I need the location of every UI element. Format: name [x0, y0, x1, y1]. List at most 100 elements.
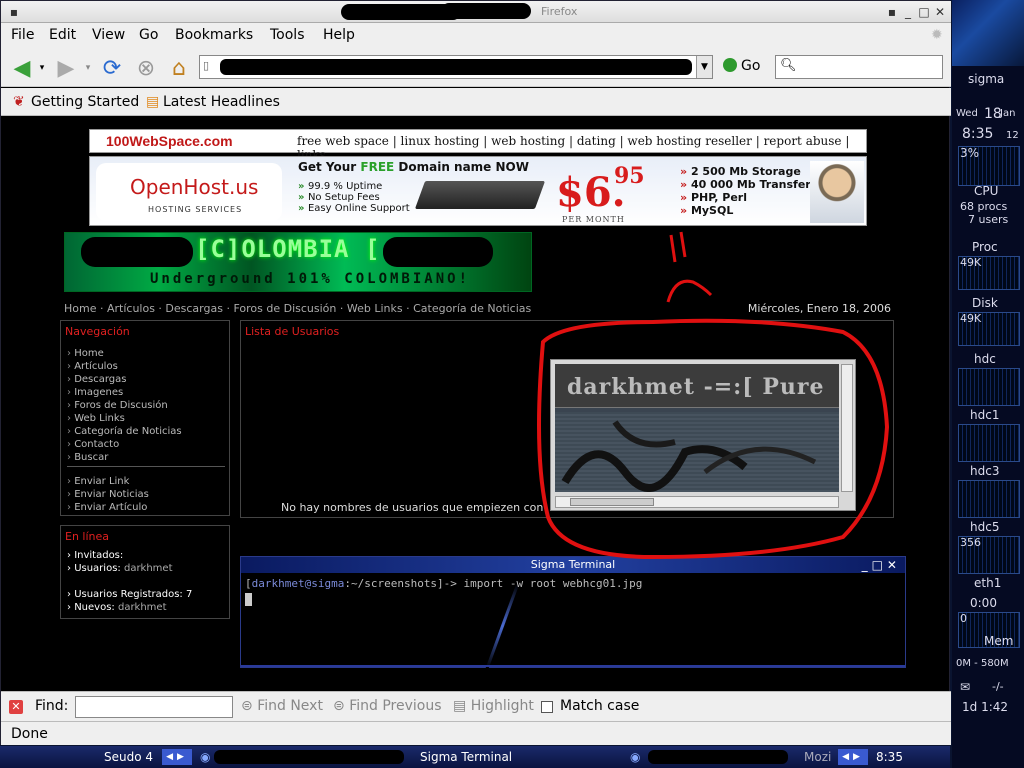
embedded-vertical-scrollbar[interactable] — [841, 364, 853, 492]
back-arrow-icon[interactable]: ◀ — [9, 55, 35, 81]
menu-edit[interactable]: Edit — [49, 27, 76, 43]
menu-tools[interactable]: Tools — [270, 27, 305, 43]
page-icon: ▯ — [203, 59, 210, 72]
banner-features: 2 500 Mb Storage 40 000 Mb Transfer PHP,… — [680, 165, 811, 217]
bookmark-latest-headlines[interactable]: Latest Headlines — [163, 94, 280, 110]
nav-item-descargas[interactable]: Descargas — [67, 373, 182, 386]
title-bar[interactable]: ▪ Firefox ▪ _ □ ✕ — [1, 1, 951, 23]
close-button[interactable]: ✕ — [933, 5, 947, 19]
terminal-window-buttons[interactable]: _□✕ — [862, 557, 901, 573]
highlight-button[interactable]: ▤ Highlight — [453, 698, 534, 714]
find-input[interactable] — [75, 696, 233, 718]
scroll-icon[interactable]: ▪ — [885, 5, 899, 19]
nav-item-categoria[interactable]: Categoría de Noticias — [67, 425, 181, 438]
go-icon — [723, 58, 737, 72]
embedded-screenshot[interactable]: darkhmet -=:[ Pure — [550, 359, 856, 511]
price-cents: 95 — [614, 163, 645, 189]
ad-brand[interactable]: 100WebSpace.com — [106, 133, 233, 149]
window-title: Firefox — [541, 5, 578, 18]
banner-logo-sub: HOSTING SERVICES — [148, 205, 243, 214]
online-panel: En línea › Invitados: › Usuarios: darkhm… — [60, 525, 230, 619]
terminal-title-bar[interactable]: Sigma Terminal _□✕ — [241, 557, 905, 573]
site-logo-subtitle: Underground 101% COLOMBIANO! — [150, 271, 471, 287]
bookmark-getting-started[interactable]: Getting Started — [31, 94, 139, 110]
nav-item-contacto[interactable]: Contacto — [67, 438, 182, 451]
reload-icon[interactable]: ⟳ — [99, 55, 125, 81]
forward-arrow-icon[interactable]: ▶ — [53, 55, 79, 81]
window-menu-icon[interactable]: ▪ — [7, 5, 21, 19]
url-history-dropdown[interactable]: ▼ — [696, 56, 712, 78]
nav-item-enviar-noticias[interactable]: Enviar Noticias — [67, 488, 149, 501]
mail-icon[interactable]: ✉ — [960, 680, 970, 694]
nav-item-enviar-link[interactable]: Enviar Link — [67, 475, 149, 488]
menu-view[interactable]: View — [92, 27, 125, 43]
navigation-panel: Navegación Home Artículos Descargas Imag… — [60, 320, 230, 516]
eth-time: 0:00 — [970, 596, 997, 610]
task-icon: ◉ — [630, 750, 641, 764]
go-button[interactable]: Go — [723, 58, 760, 74]
menu-help[interactable]: Help — [323, 27, 355, 43]
nav-item-buscar[interactable]: Buscar — [67, 451, 182, 464]
embedded-horizontal-scrollbar[interactable] — [555, 496, 839, 508]
banner-feature: 40 000 Mb Transfer — [680, 178, 811, 191]
menu-bookmarks[interactable]: Bookmarks — [175, 27, 253, 43]
url-field[interactable]: ▯ ▼ — [199, 55, 713, 79]
hdc5-label: hdc5 — [970, 520, 1000, 534]
panel-title: En línea — [65, 530, 110, 543]
site-logo[interactable]: [C]OLOMBIA [ Underground 101% COLOMBIANO… — [64, 232, 532, 292]
desktop-label[interactable]: Seudo 4 — [104, 750, 153, 764]
site-nav-links[interactable]: Home · Artículos · Descargas · Foros de … — [64, 302, 531, 315]
stop-icon[interactable]: ⊗ — [133, 55, 159, 81]
highlight-icon: ▤ — [453, 698, 471, 714]
banner-bullet: 99.9 % Uptime — [298, 181, 410, 192]
task-terminal[interactable]: Sigma Terminal — [420, 750, 512, 764]
menu-file[interactable]: File — [11, 27, 34, 43]
minimize-button[interactable]: _ — [901, 5, 915, 19]
nav-item-articulos[interactable]: Artículos — [67, 360, 182, 373]
page-content: 100WebSpace.com free web space | linux h… — [3, 117, 949, 690]
hdc5-value: 356 — [960, 536, 981, 549]
firefox-window: ▪ Firefox ▪ _ □ ✕ File Edit View Go Book… — [0, 0, 951, 745]
nav-item-home[interactable]: Home — [67, 347, 182, 360]
back-history-dropdown[interactable]: ▾ — [35, 55, 49, 81]
desktop-switcher[interactable]: ◀▶ — [162, 749, 192, 765]
taskbar-clock: 8:35 — [876, 750, 903, 764]
match-case-checkbox[interactable] — [541, 701, 553, 713]
redacted-logo-left — [81, 237, 193, 267]
hosting-banner-ad[interactable]: OpenHost.us HOSTING SERVICES Get Your FR… — [89, 156, 867, 226]
task-switcher[interactable]: ◀▶ — [838, 749, 868, 765]
nav-submit-list: Enviar Link Enviar Noticias Enviar Artíc… — [67, 475, 149, 514]
search-field[interactable]: 🔍︎ — [775, 55, 943, 79]
match-case-label[interactable]: Match case — [560, 698, 639, 714]
panel-title: Navegación — [65, 325, 130, 338]
top-ad-bar: 100WebSpace.com free web space | linux h… — [89, 129, 867, 162]
firefox-task-icon: ◉ — [200, 750, 211, 764]
nav-item-enviar-articulo[interactable]: Enviar Artículo — [67, 501, 149, 514]
find-next-button[interactable]: ⊜ Find Next — [241, 698, 323, 714]
cpu-percent: 3% — [960, 146, 980, 160]
redacted-task-title-2 — [648, 750, 788, 764]
uptime: 1d 1:42 — [962, 700, 1009, 714]
close-find-bar-button[interactable]: ✕ — [9, 700, 23, 714]
task-mozi[interactable]: Mozi — [804, 750, 831, 764]
hdc3-graph — [958, 480, 1020, 518]
nav-item-imagenes[interactable]: Imagenes — [67, 386, 182, 399]
hdc1-label: hdc1 — [970, 408, 1000, 422]
find-label: Find: — [35, 698, 69, 714]
hdc-label: hdc — [974, 352, 996, 366]
cpu-label: CPU — [974, 184, 999, 198]
terminal-background-graphic — [485, 583, 520, 669]
menu-go[interactable]: Go — [139, 27, 158, 43]
find-previous-button[interactable]: ⊜ Find Previous — [333, 698, 442, 714]
maximize-button[interactable]: □ — [917, 5, 931, 19]
sigma-terminal-window[interactable]: Sigma Terminal _□✕ [darkhmet@sigma:~/scr… — [240, 556, 906, 669]
nav-item-weblinks[interactable]: Web Links — [67, 412, 182, 425]
banner-headline: Get Your FREE Domain name NOW — [298, 160, 529, 174]
hdc1-graph — [958, 424, 1020, 462]
registered-users: › Usuarios Registrados: 7 — [67, 589, 193, 600]
forward-history-dropdown[interactable]: ▾ — [81, 55, 95, 81]
hdc-graph — [958, 368, 1020, 406]
nav-item-foros[interactable]: Foros de Discusión — [67, 399, 182, 412]
home-icon[interactable]: ⌂ — [166, 55, 192, 81]
scroll-thumb[interactable] — [570, 498, 654, 506]
